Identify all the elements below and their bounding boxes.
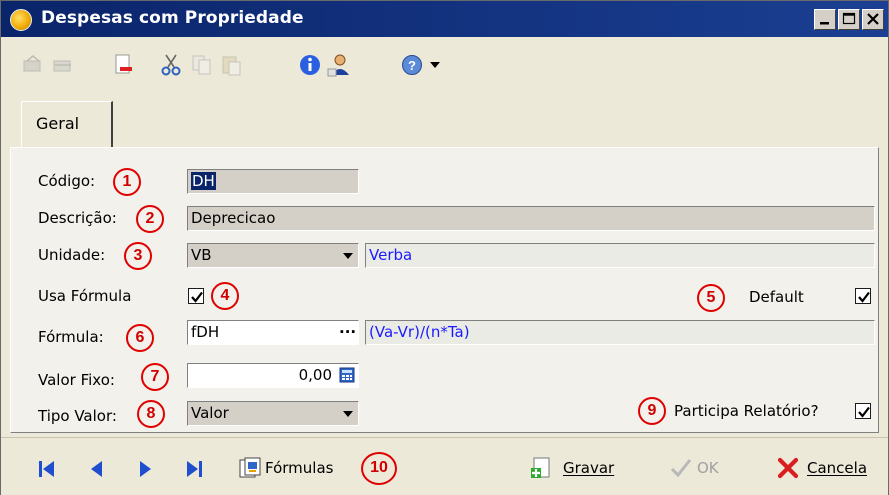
codigo-value: DH [191, 172, 216, 190]
usa-formula-checkbox[interactable] [188, 288, 204, 304]
tab-geral[interactable]: Geral [21, 101, 113, 148]
participa-relatorio-checkbox[interactable] [855, 403, 871, 419]
maximize-icon [842, 12, 856, 25]
minimize-button[interactable] [814, 9, 836, 30]
formulas-button[interactable]: Fórmulas [265, 459, 333, 477]
help-icon[interactable]: ? [400, 53, 424, 75]
redo-icon[interactable] [51, 53, 75, 75]
marker-2: 2 [136, 205, 164, 233]
cancela-button[interactable]: Cancela [807, 459, 867, 477]
dropdown-arrow-icon[interactable] [428, 53, 442, 75]
marker-10: 10 [361, 452, 397, 485]
calculator-icon[interactable] [339, 367, 355, 383]
formula-value: fDH [191, 323, 220, 341]
cut-icon[interactable] [159, 53, 183, 76]
new-document-icon[interactable] [111, 53, 135, 75]
unidade-value: VB [191, 246, 212, 264]
copy-icon[interactable] [190, 53, 214, 75]
tab-geral-label: Geral [36, 114, 80, 133]
marker-9: 9 [638, 397, 666, 425]
valor-fixo-input[interactable]: 0,00 [187, 363, 359, 388]
descricao-input[interactable]: Deprecicao [187, 206, 875, 231]
default-checkbox[interactable] [855, 288, 871, 304]
title-bar[interactable]: Despesas com Propriedade [1, 1, 888, 37]
info-icon[interactable] [298, 53, 322, 75]
unidade-dropdown-icon[interactable] [343, 253, 353, 259]
paste-icon[interactable] [220, 53, 244, 76]
first-record-icon[interactable] [37, 458, 57, 480]
unidade-description: Verba [365, 243, 875, 268]
formula-expression: (Va-Vr)/(n*Ta) [365, 320, 875, 345]
user-icon[interactable] [324, 53, 354, 77]
descricao-label: Descrição: [38, 209, 117, 227]
ok-check-icon [669, 456, 693, 480]
marker-1: 1 [113, 168, 141, 196]
valor-fixo-label: Valor Fixo: [38, 371, 115, 389]
form-panel: Código: 1 DH Descrição: 2 Deprecicao Uni… [10, 147, 879, 433]
formulas-icon[interactable] [237, 456, 263, 480]
formula-lookup-button[interactable]: ··· [339, 323, 356, 341]
check-icon [191, 291, 203, 303]
minimize-icon [820, 22, 829, 25]
codigo-input[interactable]: DH [187, 169, 359, 194]
undo-icon[interactable] [21, 53, 45, 75]
next-record-icon[interactable] [135, 458, 155, 480]
unidade-label: Unidade: [38, 246, 106, 264]
formula-label: Fórmula: [38, 328, 104, 346]
window-title: Despesas com Propriedade [41, 8, 304, 28]
tipo-valor-value: Valor [191, 404, 229, 422]
last-record-icon[interactable] [184, 458, 204, 480]
formula-input[interactable]: fDH [187, 320, 359, 345]
default-label: Default [749, 288, 804, 306]
marker-6: 6 [126, 324, 154, 352]
close-button[interactable] [862, 9, 884, 30]
tab-strip: Geral [1, 99, 888, 149]
participa-relatorio-label: Participa Relatório? [674, 402, 819, 420]
maximize-button[interactable] [838, 9, 860, 30]
marker-8: 8 [137, 400, 165, 428]
codigo-label: Código: [38, 172, 96, 190]
marker-3: 3 [124, 242, 152, 270]
dialog-window: Despesas com Propriedade ? Geral Código:… [0, 0, 889, 495]
close-icon [867, 13, 879, 25]
cancel-x-icon[interactable] [776, 456, 800, 480]
marker-5: 5 [697, 284, 725, 312]
tipo-valor-label: Tipo Valor: [38, 407, 117, 425]
previous-record-icon[interactable] [87, 458, 107, 480]
ok-button[interactable]: OK [697, 459, 719, 477]
save-icon[interactable] [530, 456, 554, 480]
unidade-select[interactable]: VB [187, 243, 359, 268]
svg-text:?: ? [408, 58, 416, 73]
toolbar: ? [1, 37, 888, 89]
bottom-bar: Fórmulas 10 Gravar OK Cancela [1, 437, 888, 495]
app-icon [10, 9, 32, 31]
check-icon [858, 291, 870, 303]
marker-4: 4 [211, 282, 239, 310]
gravar-button[interactable]: Gravar [563, 459, 614, 477]
usa-formula-label: Usa Fórmula [38, 287, 132, 305]
tipo-valor-select[interactable]: Valor [187, 401, 359, 426]
tipo-valor-dropdown-icon[interactable] [343, 411, 353, 417]
check-icon [858, 406, 870, 418]
marker-7: 7 [141, 363, 169, 391]
